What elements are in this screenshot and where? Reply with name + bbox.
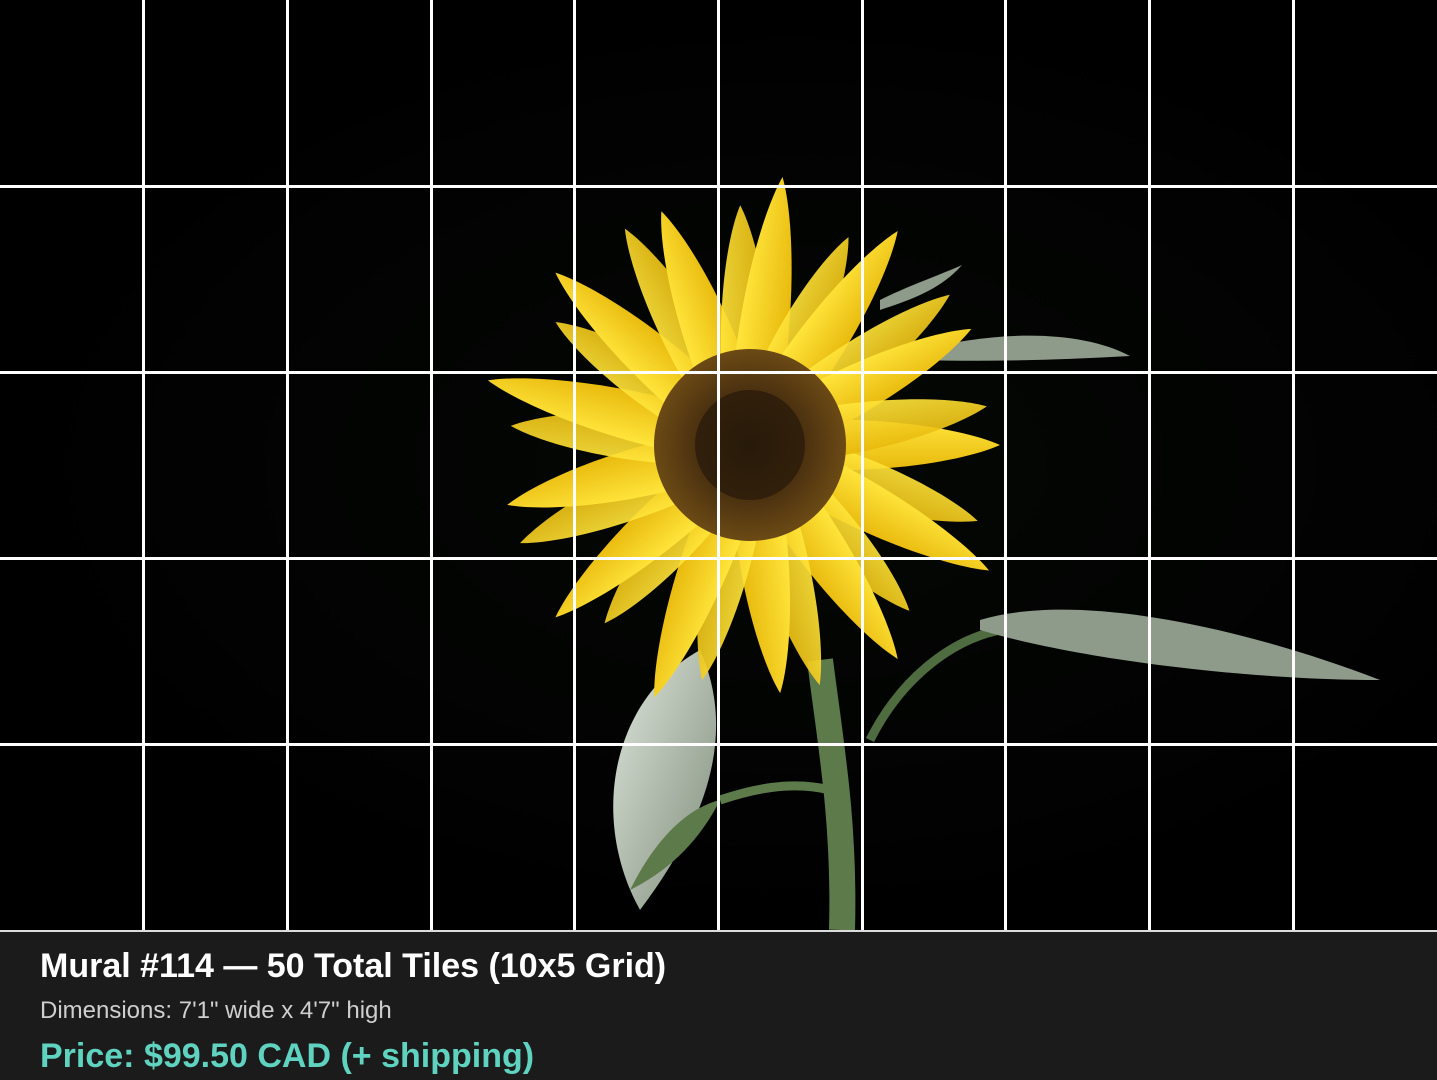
- sunflower-icon: [487, 176, 1380, 930]
- mural-price: Price: $99.50 CAD (+ shipping): [40, 1037, 535, 1075]
- mural-info-panel: Mural #114 — 50 Total Tiles (10x5 Grid) …: [0, 930, 1437, 1080]
- mural-preview: [0, 0, 1437, 930]
- mural-title: Mural #114 — 50 Total Tiles (10x5 Grid): [40, 947, 667, 985]
- mural-dimensions: Dimensions: 7'1" wide x 4'7" high: [40, 997, 392, 1024]
